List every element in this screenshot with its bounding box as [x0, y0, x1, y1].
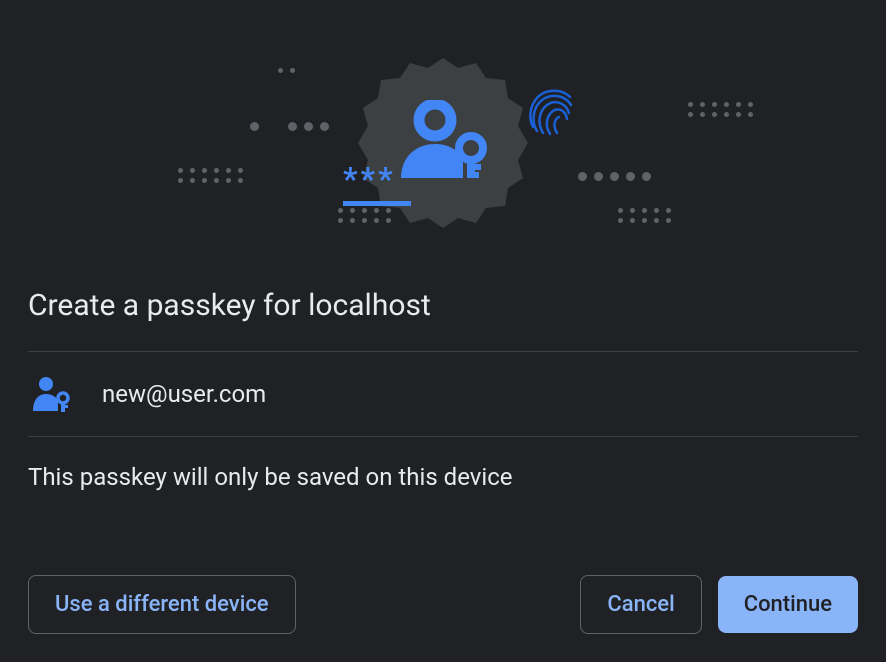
passkey-illustration: *** [28, 28, 858, 258]
use-different-device-button[interactable]: Use a different device [28, 575, 296, 634]
cancel-button[interactable]: Cancel [580, 575, 701, 634]
decorative-dots [688, 102, 753, 107]
decorative-dots [278, 68, 295, 73]
fingerprint-icon [523, 83, 581, 141]
decorative-dots [288, 122, 329, 131]
dialog-title: Create a passkey for localhost [28, 288, 858, 323]
user-row: new@user.com [28, 351, 858, 437]
decorative-dots [178, 168, 243, 173]
passkey-dialog: *** Create a passkey for localhost new@u… [0, 0, 886, 662]
decorative-dots [178, 178, 243, 183]
button-row: Use a different device Cancel Continue [28, 575, 858, 634]
decorative-dots [578, 172, 651, 181]
decorative-dots [338, 218, 391, 223]
decorative-dots [688, 112, 753, 117]
decorative-dots [338, 208, 391, 213]
user-email: new@user.com [102, 380, 266, 408]
passkey-description: This passkey will only be saved on this … [28, 463, 858, 491]
decorative-dots [618, 208, 671, 213]
password-illustration: *** [343, 163, 411, 206]
decorative-dots [618, 218, 671, 223]
user-key-icon [32, 376, 70, 412]
decorative-dots [250, 122, 259, 131]
continue-button[interactable]: Continue [718, 576, 858, 633]
